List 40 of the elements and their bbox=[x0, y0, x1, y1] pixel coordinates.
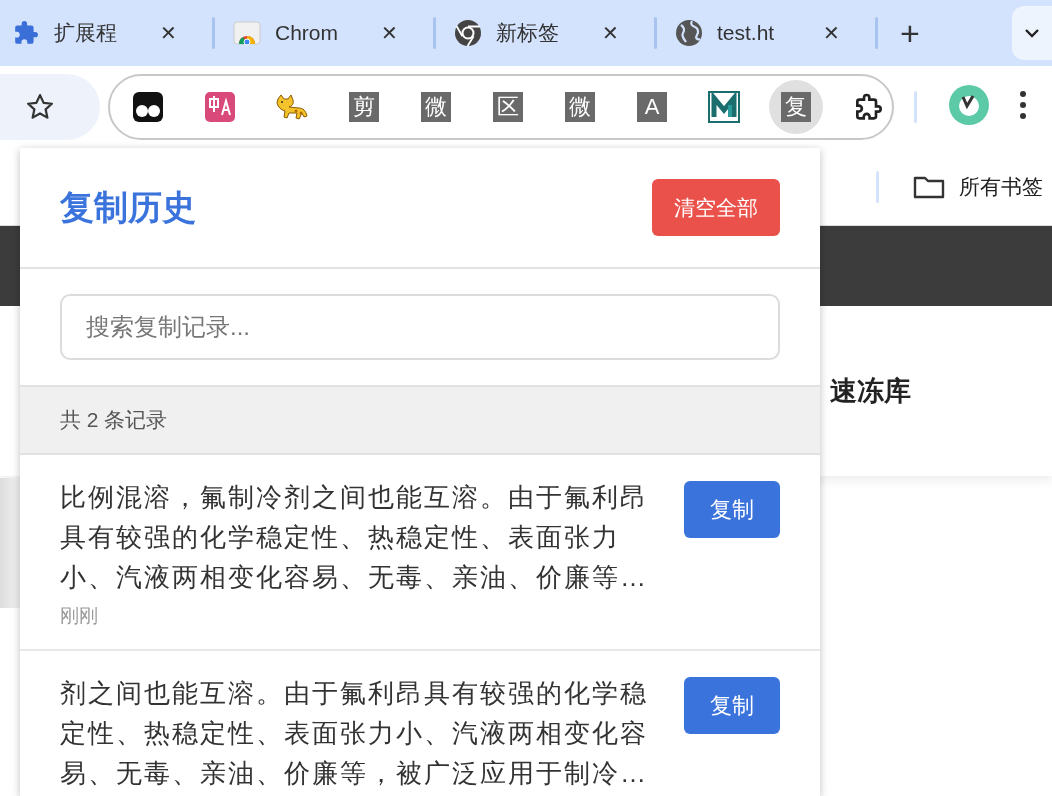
new-tab-button[interactable]: + bbox=[900, 16, 920, 50]
browser-logo-icon bbox=[454, 19, 482, 47]
browser-tab[interactable]: 扩展程 ✕ bbox=[4, 10, 202, 56]
extension-button[interactable]: 剪 bbox=[337, 80, 391, 134]
record-count: 共 2 条记录 bbox=[60, 407, 168, 433]
copy-button[interactable]: 复制 bbox=[684, 481, 780, 538]
globe-icon bbox=[675, 19, 703, 47]
bookmark-star-button[interactable] bbox=[0, 74, 100, 140]
close-icon[interactable]: ✕ bbox=[381, 23, 398, 43]
chevron-icon bbox=[1024, 28, 1040, 38]
folder-icon bbox=[913, 174, 945, 199]
avatar-icon bbox=[949, 85, 989, 125]
browser-tab[interactable]: test.ht ✕ bbox=[667, 10, 865, 56]
close-icon[interactable]: ✕ bbox=[160, 23, 177, 43]
browser-tab[interactable]: Chrom ✕ bbox=[225, 10, 423, 56]
close-icon[interactable]: ✕ bbox=[823, 23, 840, 43]
timestamp: 刚刚 bbox=[60, 604, 99, 628]
star-icon bbox=[25, 92, 55, 122]
extension-button[interactable]: A bbox=[625, 80, 679, 134]
copy-button[interactable]: 复制 bbox=[684, 677, 780, 734]
two-dots-icon bbox=[132, 91, 164, 123]
kebab-icon bbox=[1019, 90, 1027, 120]
page-heading: 速冻库 bbox=[830, 375, 911, 408]
m-logo-icon bbox=[708, 91, 740, 123]
extension-button[interactable]: 区 bbox=[481, 80, 535, 134]
close-icon[interactable]: ✕ bbox=[602, 23, 619, 43]
clear-all-button[interactable]: 清空全部 bbox=[652, 179, 780, 236]
store-icon bbox=[233, 20, 261, 46]
puzzle-icon bbox=[13, 20, 39, 46]
translate-icon bbox=[204, 91, 236, 123]
search-field[interactable]: 搜索复制记录... bbox=[60, 294, 780, 360]
browser-tab[interactable]: 新标签 ✕ bbox=[446, 10, 644, 56]
extension-button[interactable]: 微 bbox=[553, 80, 607, 134]
copied-text: 比例混溶，氟制冷剂之间也能互溶。由于氟利昂具有较强的化学稳定性、热稳定性、表面张力小、汽液两相变化容易、无毒、亲油、价廉等… bbox=[60, 481, 649, 594]
bookmarks-folder[interactable]: 所有书签 bbox=[913, 172, 1043, 201]
popup-title: 复制历史 bbox=[60, 186, 196, 228]
extension-button[interactable]: 微 bbox=[409, 80, 463, 134]
extension-button[interactable]: 复 bbox=[769, 80, 823, 134]
cat-icon bbox=[274, 93, 310, 121]
copied-text: 剂之间也能互溶。由于氟利昂具有较强的化学稳定性、热稳定性、表面张力小、汽液两相变化容易、无毒、亲油、价廉等，被广泛应用于制冷… bbox=[60, 677, 649, 790]
